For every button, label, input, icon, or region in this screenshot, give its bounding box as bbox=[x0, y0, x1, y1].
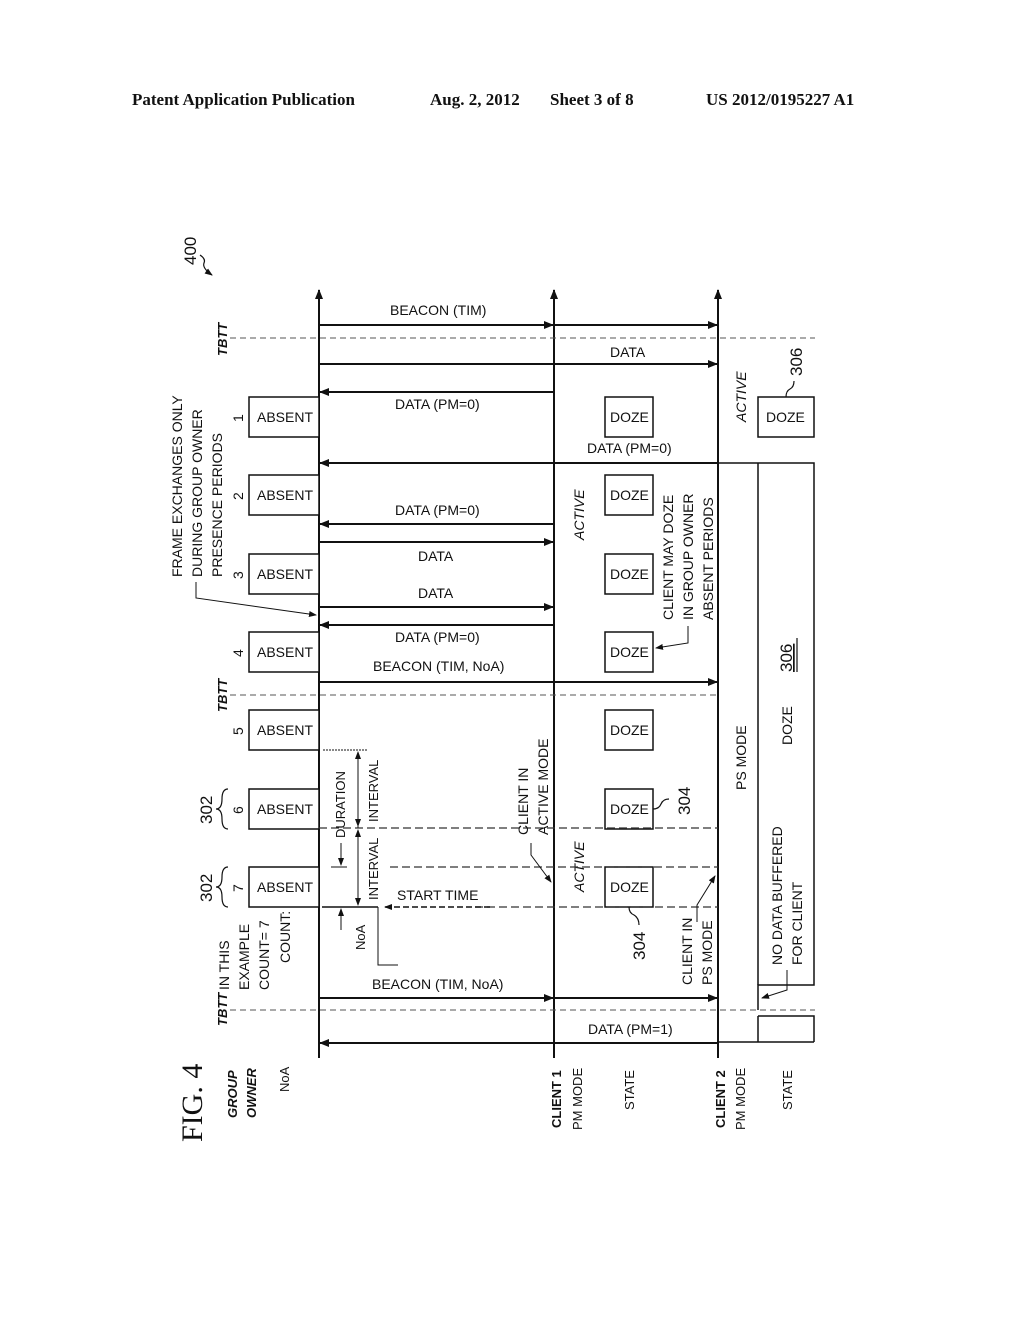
tbtt-label-1: TBTT bbox=[215, 322, 230, 356]
doze-4: DOZE bbox=[610, 644, 649, 660]
client-may-doze-leader bbox=[655, 626, 689, 650]
duration-label: DURATION bbox=[333, 771, 348, 838]
no-data-line1: NO DATA BUFFERED bbox=[769, 826, 785, 965]
absent-4: ABSENT bbox=[257, 644, 313, 660]
ref-304-a: 304 bbox=[675, 787, 694, 815]
frame-exchanges-line3: PRESENCE PERIODS bbox=[209, 433, 225, 577]
msg-beacon-tim-noa-1: BEACON (TIM, NoA) bbox=[373, 658, 504, 674]
interval-label-1: INTERVAL bbox=[366, 760, 381, 822]
client-may-doze-line1: CLIENT MAY DOZE bbox=[660, 495, 676, 620]
ps-mode-label: PS MODE bbox=[733, 725, 749, 790]
ref-302-a: 302 bbox=[197, 796, 216, 824]
client-active-line1: CLIENT IN bbox=[515, 768, 531, 835]
msg-data-1: DATA bbox=[418, 548, 454, 564]
absent-5: ABSENT bbox=[257, 722, 313, 738]
doze-1: DOZE bbox=[610, 409, 649, 425]
absent-index-1: 1 bbox=[230, 414, 246, 422]
figure-label: FIG. 4 bbox=[176, 1064, 209, 1142]
client-ps-leader bbox=[696, 875, 716, 922]
client2-label: CLIENT 2 bbox=[713, 1070, 728, 1128]
absent-index-3: 3 bbox=[230, 571, 246, 579]
interval-label-2: INTERVAL bbox=[366, 838, 381, 900]
noa-bracket-label: NoA bbox=[353, 924, 368, 950]
doze-6: DOZE bbox=[610, 801, 649, 817]
noa-lane-label: NoA bbox=[277, 1066, 292, 1092]
no-data-leader bbox=[761, 970, 788, 999]
msg-data-pm0-c2: DATA (PM=0) bbox=[587, 440, 672, 456]
example-line2: EXAMPLE bbox=[236, 924, 252, 990]
ref-304-b: 304 bbox=[630, 932, 649, 960]
client-ps-line1: CLIENT IN bbox=[679, 918, 695, 985]
ref-306-a: 306 bbox=[787, 348, 806, 376]
tbtt-label-2: TBTT bbox=[215, 678, 230, 712]
doze-3: DOZE bbox=[610, 566, 649, 582]
client2-doze: DOZE bbox=[766, 409, 805, 425]
doze-long-label: DOZE bbox=[779, 706, 795, 745]
frame-exchanges-line1: FRAME EXCHANGES ONLY bbox=[169, 395, 185, 577]
absent-index-7: 7 bbox=[230, 884, 246, 892]
client1-pm-label: PM MODE bbox=[570, 1068, 585, 1130]
client-may-doze-line2: IN GROUP OWNER bbox=[680, 493, 696, 620]
client2-state-label: STATE bbox=[780, 1070, 795, 1110]
msg-beacon-tim-noa-2: BEACON (TIM, NoA) bbox=[372, 976, 503, 992]
client2-active-label: ACTIVE bbox=[733, 371, 749, 423]
client-active-leader bbox=[530, 843, 552, 883]
example-line3: COUNT= 7 bbox=[256, 920, 272, 990]
absent-index-5: 5 bbox=[230, 727, 246, 735]
doze-2: DOZE bbox=[610, 487, 649, 503]
tbtt-label-3: TBTT bbox=[215, 992, 230, 1026]
client1-state-label: STATE bbox=[622, 1070, 637, 1110]
absent-6: ABSENT bbox=[257, 801, 313, 817]
absent-1: ABSENT bbox=[257, 409, 313, 425]
ref-400: 400 bbox=[181, 237, 200, 265]
brace-302-6 bbox=[215, 788, 229, 830]
brace-302-7 bbox=[215, 866, 229, 908]
client-may-doze-line3: ABSENT PERIODS bbox=[700, 497, 716, 620]
frame-exchanges-line2: DURING GROUP OWNER bbox=[189, 409, 205, 577]
msg-data-pm0-2: DATA (PM=0) bbox=[395, 502, 480, 518]
doze-7: DOZE bbox=[610, 879, 649, 895]
ref-304-leader-b bbox=[628, 906, 640, 926]
msg-data-pm0-1: DATA (PM=0) bbox=[395, 396, 480, 412]
absent-index-2: 2 bbox=[230, 492, 246, 500]
client2-pm-label: PM MODE bbox=[733, 1068, 748, 1130]
msg-data-pm0-3: DATA (PM=0) bbox=[395, 629, 480, 645]
msg-beacon-tim: BEACON (TIM) bbox=[390, 302, 486, 318]
absent-3: ABSENT bbox=[257, 566, 313, 582]
client1-active-label-1: ACTIVE bbox=[571, 489, 587, 541]
msg-data-top: DATA bbox=[610, 344, 646, 360]
example-line1: IN THIS bbox=[216, 940, 232, 990]
group-owner-line1: GROUP bbox=[225, 1070, 240, 1118]
client1-label: CLIENT 1 bbox=[549, 1070, 564, 1128]
msg-data-2: DATA bbox=[418, 585, 454, 601]
msg-data-pm1: DATA (PM=1) bbox=[588, 1021, 673, 1037]
absent-2: ABSENT bbox=[257, 487, 313, 503]
messages bbox=[319, 321, 718, 1047]
client-active-line2: ACTIVE MODE bbox=[535, 739, 551, 835]
timing-diagram: 400 TBTT TBTT TBTT ABSENT ABSENT ABSENT … bbox=[169, 237, 815, 1142]
no-data-line2: FOR CLIENT bbox=[789, 881, 805, 965]
absent-index-4: 4 bbox=[230, 649, 246, 657]
ref-400-leader bbox=[199, 254, 213, 276]
tbtt-lines bbox=[230, 337, 815, 1011]
ref-302-b: 302 bbox=[197, 874, 216, 902]
start-time-label: START TIME bbox=[397, 887, 478, 903]
client2-state-frame-bottom bbox=[758, 1015, 815, 1042]
absent-7: ABSENT bbox=[257, 879, 313, 895]
doze-5: DOZE bbox=[610, 722, 649, 738]
client-ps-line2: PS MODE bbox=[699, 920, 715, 985]
ref-306-b: 306 bbox=[777, 644, 796, 672]
absent-index-6: 6 bbox=[230, 806, 246, 814]
ref-306-leader bbox=[785, 380, 795, 398]
group-owner-line2: OWNER bbox=[244, 1068, 259, 1118]
ref-304-leader-a bbox=[652, 798, 670, 810]
count-label: COUNT: bbox=[277, 911, 293, 963]
